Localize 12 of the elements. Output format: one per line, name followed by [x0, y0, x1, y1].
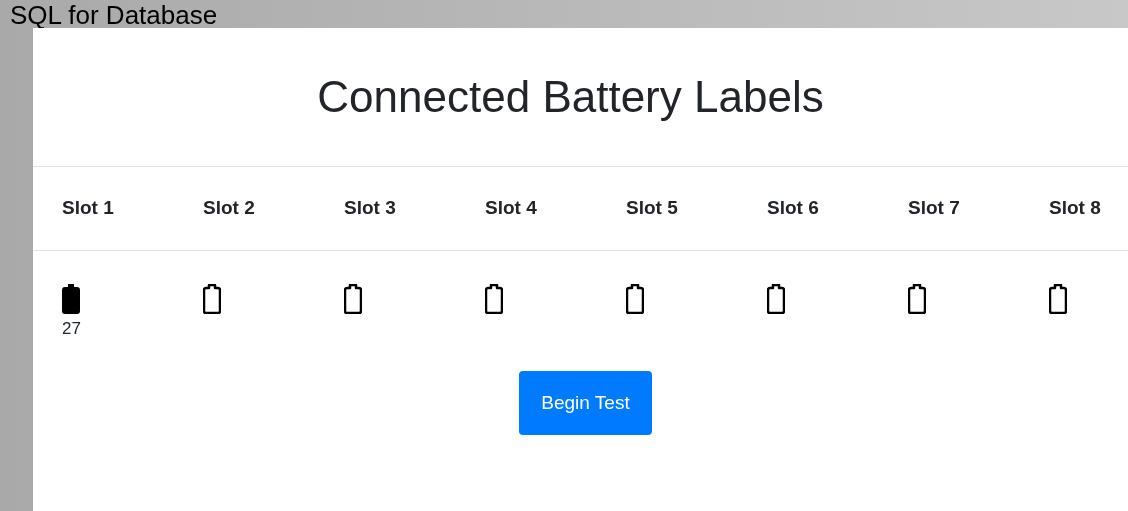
column-header: Slot 1: [62, 197, 114, 219]
card-title: Connected Battery Labels: [317, 71, 824, 123]
column-header: Slot 3: [344, 197, 396, 219]
battery-reading: 27: [62, 318, 81, 340]
begin-test-button[interactable]: Begin Test: [519, 371, 652, 435]
column-header: Slot 8: [1049, 197, 1101, 219]
page-heading: SQL for Database: [10, 2, 218, 28]
column-header: Slot 7: [908, 197, 960, 219]
column-header: Slot 4: [485, 197, 537, 219]
column-header: Slot 6: [767, 197, 819, 219]
column-header: Slot 5: [626, 197, 678, 219]
column-header: Slot 2: [203, 197, 255, 219]
